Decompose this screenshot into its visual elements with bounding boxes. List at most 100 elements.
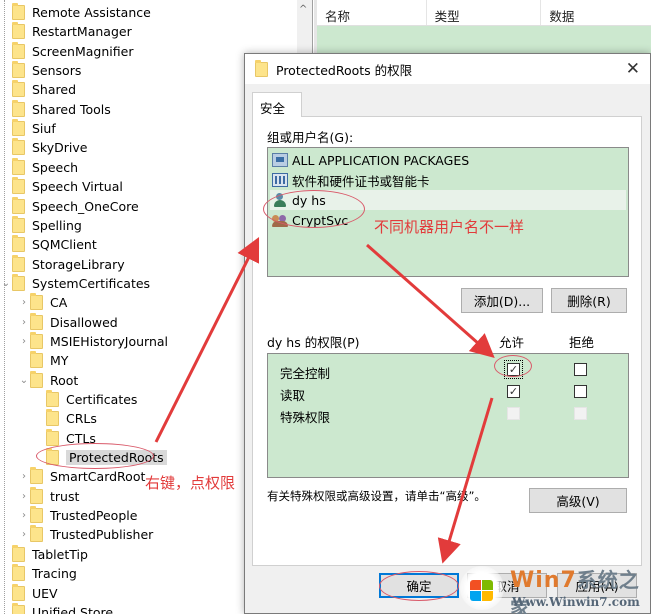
folder-icon xyxy=(30,331,43,349)
list-item[interactable]: 软件和硬件证书或智能卡 xyxy=(270,170,626,190)
chevron-down-icon[interactable]: ⌄ xyxy=(0,278,12,289)
tree-item[interactable]: Speech Virtual xyxy=(0,177,123,196)
chevron-down-icon[interactable]: ⌄ xyxy=(18,375,30,386)
tree-item[interactable]: Unified Store xyxy=(0,602,113,614)
deny-checkbox[interactable] xyxy=(574,363,587,376)
tree-item[interactable]: ⌄ SystemCertificates xyxy=(0,273,151,293)
tree-item[interactable]: TabletTip xyxy=(0,544,88,564)
folder-icon xyxy=(12,99,25,117)
tree-item[interactable]: › TrustedPublisher xyxy=(18,525,153,544)
chevron-right-icon[interactable]: › xyxy=(18,471,30,482)
tree-item[interactable]: › MSIEHistoryJournal xyxy=(18,331,169,351)
tree-item-label: Speech Virtual xyxy=(32,179,123,195)
folder-icon xyxy=(30,525,43,543)
chevron-right-icon[interactable]: › xyxy=(18,317,30,328)
groups-label: 组或用户名(G): xyxy=(267,130,354,145)
tree-item-label: trust xyxy=(50,488,80,504)
advanced-button[interactable]: 高级(V) xyxy=(529,488,627,513)
permission-name: 特殊权限 xyxy=(280,410,331,425)
chevron-right-icon[interactable]: › xyxy=(18,510,30,521)
close-icon[interactable]: ✕ xyxy=(626,59,640,79)
tree-item[interactable]: ⌄ Root xyxy=(18,370,79,390)
principal-name: 软件和硬件证书或智能卡 xyxy=(292,173,430,189)
tree-item[interactable]: › trust xyxy=(18,486,80,506)
tree-item-label: MSIEHistoryJournal xyxy=(50,333,169,349)
add-button[interactable]: 添加(D)... xyxy=(461,288,543,313)
tree-item[interactable]: Remote Assistance xyxy=(0,3,151,22)
tree-item-label: RestartManager xyxy=(32,24,132,40)
tree-item[interactable]: › Disallowed xyxy=(18,312,118,332)
chevron-right-icon[interactable]: › xyxy=(18,297,30,308)
tree-item[interactable]: MY xyxy=(18,351,68,370)
tree-item[interactable]: Shared xyxy=(0,80,76,99)
annotation-ellipse-ok xyxy=(379,571,459,601)
tree-item-label: Root xyxy=(50,372,79,388)
annotation-ellipse-protectedroots xyxy=(36,443,154,469)
tree-item[interactable]: Tracing xyxy=(0,564,77,583)
tree-item[interactable]: Shared Tools xyxy=(0,99,111,119)
folder-icon xyxy=(12,157,25,175)
tree-item-label: SystemCertificates xyxy=(32,275,151,291)
folder-icon xyxy=(30,506,43,524)
tree-item-label: TabletTip xyxy=(32,546,88,562)
tree-item[interactable]: Siuf xyxy=(0,119,56,138)
folder-icon xyxy=(12,602,25,614)
list-item[interactable]: ALL APPLICATION PACKAGES xyxy=(270,150,626,170)
tree-item[interactable]: UEV xyxy=(0,583,58,603)
tree-item[interactable]: Spelling xyxy=(0,215,82,235)
annotation-ellipse-fullcontrol xyxy=(494,355,532,377)
permission-row: 特殊权限 xyxy=(268,404,628,425)
watermark: Win7系统之家 Www.Winwin7.com xyxy=(460,560,651,614)
tab-security[interactable]: 安全 xyxy=(252,92,302,117)
column-name[interactable]: 名称 xyxy=(317,0,427,25)
chevron-right-icon[interactable]: › xyxy=(18,491,30,502)
deny-checkbox[interactable] xyxy=(574,385,587,398)
tree-item[interactable]: StorageLibrary xyxy=(0,254,125,274)
tree-item-label: SmartCardRoot xyxy=(50,469,146,485)
folder-icon xyxy=(12,215,25,233)
tree-item[interactable]: › CA xyxy=(18,293,67,312)
tree-item-label: Speech_OneCore xyxy=(32,198,139,214)
annotation-username-differs: 不同机器用户名不一样 xyxy=(374,218,525,236)
tree-item-label: CA xyxy=(50,295,68,311)
tree-item[interactable]: SkyDrive xyxy=(0,138,87,157)
tree-item[interactable]: RestartManager xyxy=(0,22,132,41)
tree-item[interactable]: SQMClient xyxy=(0,235,97,254)
remove-button[interactable]: 删除(R) xyxy=(551,288,627,313)
tree-item[interactable]: CRLs xyxy=(34,409,97,428)
folder-icon xyxy=(30,370,43,388)
dialog-titlebar[interactable]: ProtectedRoots 的权限 ✕ xyxy=(245,54,650,84)
tree-item-label: MY xyxy=(50,353,69,369)
folder-icon xyxy=(12,138,25,156)
allow-checkbox xyxy=(507,407,520,420)
tree-item[interactable]: › SmartCardRoot xyxy=(18,467,145,486)
folder-icon xyxy=(12,177,25,195)
permission-name: 读取 xyxy=(280,388,306,403)
tree-item[interactable]: Sensors xyxy=(0,61,81,80)
scroll-up-icon[interactable]: ^ xyxy=(299,4,307,15)
tree-item[interactable]: Certificates xyxy=(34,390,137,409)
column-type[interactable]: 类型 xyxy=(427,0,542,25)
chevron-right-icon[interactable]: › xyxy=(18,529,30,540)
folder-icon xyxy=(30,312,43,330)
tree-item-label: Siuf xyxy=(32,121,56,137)
folder-icon xyxy=(12,273,25,291)
tree-item-label: Sensors xyxy=(32,63,82,79)
tree-item[interactable]: Speech xyxy=(0,157,78,177)
folder-icon xyxy=(12,544,25,562)
chevron-right-icon[interactable]: › xyxy=(18,336,30,347)
folder-icon xyxy=(12,583,25,601)
tree-item[interactable]: ScreenMagnifier xyxy=(0,41,133,61)
group-icon xyxy=(272,173,288,187)
folder-icon xyxy=(12,235,25,253)
tree-item[interactable]: Speech_OneCore xyxy=(0,196,139,216)
column-data[interactable]: 数据 xyxy=(541,0,651,25)
allow-checkbox[interactable]: ✓ xyxy=(507,385,520,398)
dialog-title: ProtectedRoots 的权限 xyxy=(276,62,413,78)
tree-item-label: CRLs xyxy=(66,411,97,427)
advanced-hint: 有关特殊权限或高级设置，请单击“高级”。 xyxy=(267,489,486,503)
tree-item-label: TrustedPublisher xyxy=(50,527,154,543)
tree-item[interactable]: › TrustedPeople xyxy=(18,506,137,525)
folder-icon xyxy=(12,119,25,137)
package-icon xyxy=(272,153,288,167)
